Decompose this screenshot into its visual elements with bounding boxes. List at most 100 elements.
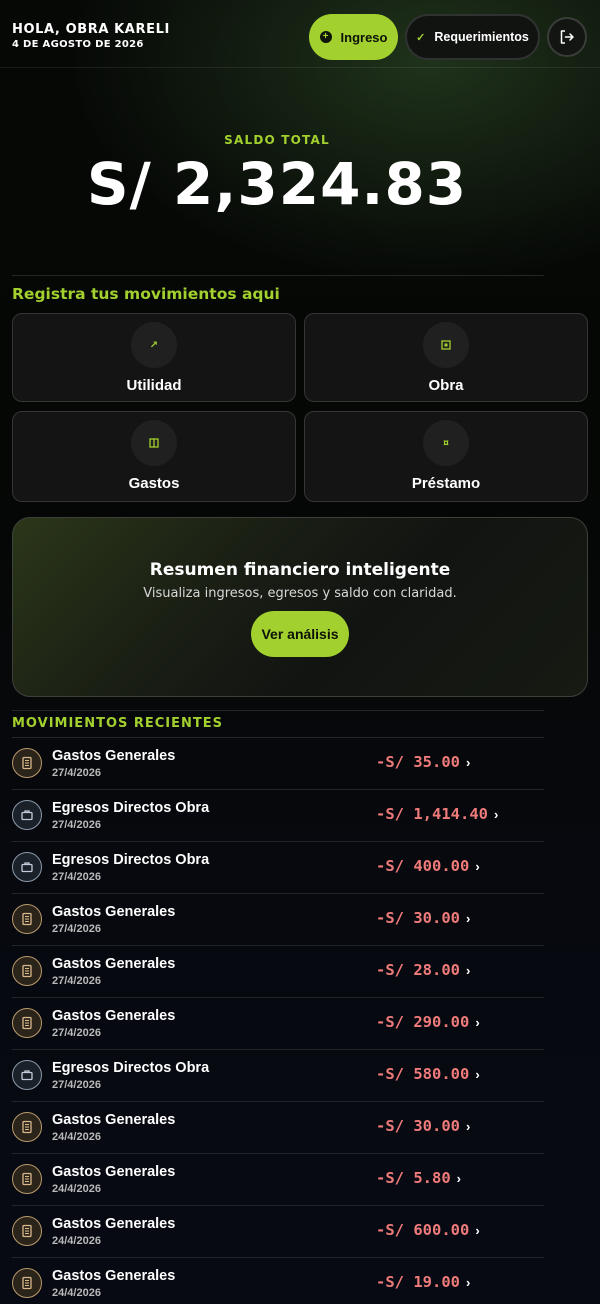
summary-subtitle: Visualiza ingresos, egresos y saldo con … (143, 586, 457, 601)
check-icon: ✓ (416, 31, 426, 44)
chevron-right-icon: › (466, 910, 471, 926)
receipt-icon (12, 904, 42, 934)
movement-row[interactable]: Gastos Generales 27/4/2026 -S/ 30.00 › (12, 894, 544, 946)
divider (12, 275, 544, 276)
movement-amount: -S/ 290.00 (376, 1013, 470, 1031)
movement-date: 27/4/2026 (52, 975, 101, 987)
movement-date: 27/4/2026 (52, 819, 101, 831)
receipt-icon (12, 748, 42, 778)
requerimientos-label: Requerimientos (434, 30, 529, 44)
chevron-right-icon: › (456, 1170, 461, 1186)
movement-row[interactable]: Egresos Directos Obra 27/4/2026 -S/ 580.00… (12, 1050, 544, 1102)
movement-row[interactable]: Gastos Generales 27/4/2026 -S/ 28.00 › (12, 946, 544, 998)
movement-amount: -S/ 1,414.40 (376, 805, 488, 823)
balance-label: SALDO TOTAL (224, 133, 330, 147)
movement-amount: -S/ 35.00 (376, 753, 460, 771)
balance-value: S/ 2,324.83 (86, 150, 468, 218)
movement-name: Egresos Directos Obra (52, 1060, 210, 1076)
briefcase-icon (12, 852, 42, 882)
movement-row[interactable]: Egresos Directos Obra 27/4/2026 -S/ 400.00… (12, 842, 544, 894)
movement-name: Gastos Generales (52, 904, 176, 920)
summary-card: Resumen financiero inteligente Visualiza… (12, 517, 588, 697)
chevron-right-icon: › (466, 754, 471, 770)
app-header: HOLA, OBRA KARELI 4 DE AGOSTO DE 2026 + … (0, 0, 600, 68)
movement-amount-group: -S/ 28.00 › (376, 961, 470, 979)
chevron-right-icon: › (493, 806, 499, 822)
recent-title: MOVIMIENTOS RECIENTES (12, 716, 224, 731)
chevron-right-icon: › (475, 1066, 480, 1082)
movement-amount: -S/ 600.00 (376, 1221, 470, 1239)
book-icon (131, 420, 177, 466)
ingreso-label: Ingreso (340, 29, 388, 45)
ver-analisis-button[interactable]: Ver análisis (251, 611, 349, 657)
current-date: 4 DE AGOSTO DE 2026 (12, 39, 144, 50)
ingreso-button[interactable]: + Ingreso (309, 14, 398, 60)
movement-row[interactable]: Gastos Generales 24/4/2026 -S/ 30.00 › (12, 1102, 544, 1154)
summary-title: Resumen financiero inteligente (149, 560, 451, 580)
prestamo-label: Préstamo (411, 475, 481, 492)
movement-row[interactable]: Egresos Directos Obra 27/4/2026 -S/ 1,414.… (12, 790, 544, 842)
register-title: Registra tus movimientos aqui (12, 285, 280, 303)
movement-name: Gastos Generales (52, 1112, 176, 1128)
movement-name: Gastos Generales (52, 1268, 176, 1284)
movement-row[interactable]: Gastos Generales 27/4/2026 -S/ 290.00 › (12, 998, 544, 1050)
arrow-up-right-icon: ↗ (131, 322, 177, 368)
movement-date: 24/4/2026 (52, 1131, 101, 1143)
movement-name: Gastos Generales (52, 1008, 176, 1024)
movement-date: 27/4/2026 (52, 1079, 101, 1091)
movement-amount-group: -S/ 600.00 › (376, 1221, 480, 1239)
movement-name: Egresos Directos Obra (52, 852, 210, 868)
movement-date: 27/4/2026 (52, 1027, 101, 1039)
movement-row[interactable]: Gastos Generales 24/4/2026 -S/ 19.00 › (12, 1258, 544, 1304)
movement-amount-group: -S/ 1,414.40 › (376, 805, 498, 823)
movement-amount-group: -S/ 19.00 › (376, 1273, 470, 1291)
briefcase-icon (12, 800, 42, 830)
movement-amount: -S/ 30.00 (376, 1117, 460, 1135)
movement-date: 27/4/2026 (52, 923, 101, 935)
loan-icon: ¤ (423, 420, 469, 466)
building-icon (423, 322, 469, 368)
movement-amount: -S/ 28.00 (376, 961, 460, 979)
prestamo-card[interactable]: ¤ Préstamo (304, 411, 588, 502)
requerimientos-button[interactable]: ✓ Requerimientos (405, 14, 540, 60)
greeting-text: HOLA, OBRA KARELI (12, 22, 170, 37)
logout-button[interactable] (547, 17, 587, 57)
movement-name: Gastos Generales (52, 956, 176, 972)
gastos-card[interactable]: Gastos (12, 411, 296, 502)
movement-row[interactable]: Gastos Generales 24/4/2026 -S/ 600.00 › (12, 1206, 544, 1258)
movement-amount: -S/ 30.00 (376, 909, 460, 927)
movement-date: 24/4/2026 (52, 1183, 101, 1195)
receipt-icon (12, 1164, 42, 1194)
movement-amount: -S/ 580.00 (376, 1065, 470, 1083)
movement-date: 24/4/2026 (52, 1235, 101, 1247)
movement-amount: -S/ 5.80 (376, 1169, 451, 1187)
chevron-right-icon: › (466, 1274, 471, 1290)
chevron-right-icon: › (475, 1014, 480, 1030)
movement-amount-group: -S/ 30.00 › (376, 1117, 470, 1135)
movement-name: Gastos Generales (52, 748, 176, 764)
receipt-icon (12, 956, 42, 986)
movement-row[interactable]: Gastos Generales 27/4/2026 -S/ 35.00 › (12, 738, 544, 790)
briefcase-icon (12, 1060, 42, 1090)
movement-amount: -S/ 400.00 (376, 857, 470, 875)
logout-icon (560, 30, 574, 44)
movement-amount: -S/ 19.00 (376, 1273, 460, 1291)
obra-label: Obra (428, 377, 464, 394)
movement-date: 27/4/2026 (52, 871, 101, 883)
utilidad-label: Utilidad (126, 377, 182, 394)
movement-amount-group: -S/ 400.00 › (376, 857, 480, 875)
movement-date: 27/4/2026 (52, 767, 101, 779)
plus-circle-icon: + (319, 31, 332, 43)
movement-row[interactable]: Gastos Generales 24/4/2026 -S/ 5.80 › (12, 1154, 544, 1206)
obra-card[interactable]: Obra (304, 313, 588, 402)
movement-name: Gastos Generales (52, 1216, 176, 1232)
movement-amount-group: -S/ 580.00 › (376, 1065, 480, 1083)
receipt-icon (12, 1008, 42, 1038)
chevron-right-icon: › (475, 1222, 480, 1238)
receipt-icon (12, 1268, 42, 1298)
utilidad-card[interactable]: ↗ Utilidad (12, 313, 296, 402)
receipt-icon (12, 1216, 42, 1246)
movement-amount-group: -S/ 5.80 › (376, 1169, 461, 1187)
movement-name: Egresos Directos Obra (52, 800, 210, 816)
gastos-label: Gastos (128, 475, 180, 492)
